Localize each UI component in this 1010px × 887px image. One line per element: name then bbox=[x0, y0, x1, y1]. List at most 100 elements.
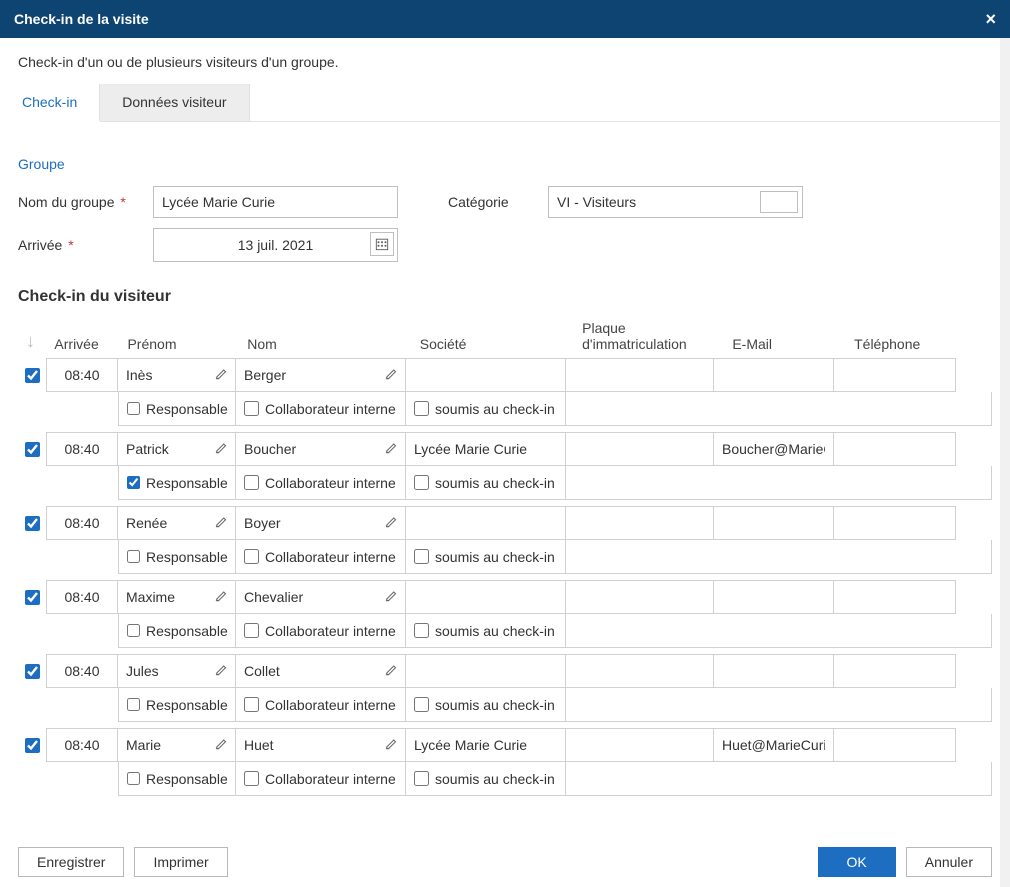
edit-icon[interactable] bbox=[385, 589, 399, 606]
responsible-checkbox[interactable] bbox=[127, 771, 140, 786]
cell-phone[interactable] bbox=[834, 580, 956, 614]
edit-icon[interactable] bbox=[385, 515, 399, 532]
responsible-checkbox-cell[interactable]: Responsable bbox=[118, 688, 236, 722]
cell-arrival[interactable]: 08:40 bbox=[46, 358, 118, 392]
print-button[interactable]: Imprimer bbox=[134, 847, 227, 877]
col-arrival[interactable]: Arrivée bbox=[46, 314, 119, 358]
subject-checkbox[interactable] bbox=[414, 697, 429, 712]
list-icon[interactable] bbox=[760, 191, 798, 213]
edit-icon[interactable] bbox=[215, 663, 229, 680]
responsible-checkbox[interactable] bbox=[127, 401, 140, 416]
responsible-checkbox-cell[interactable]: Responsable bbox=[118, 466, 236, 500]
responsible-checkbox-cell[interactable]: Responsable bbox=[118, 614, 236, 648]
subject-checkbox[interactable] bbox=[414, 623, 429, 638]
internal-checkbox-cell[interactable]: Collaborateur interne bbox=[236, 392, 406, 426]
edit-icon[interactable] bbox=[385, 737, 399, 754]
cell-firstname[interactable]: Renée bbox=[118, 506, 236, 540]
cell-company[interactable]: Lycée Marie Curie bbox=[406, 728, 566, 762]
subject-checkbox-cell[interactable]: soumis au check-in bbox=[406, 392, 566, 426]
cell-plate[interactable] bbox=[566, 432, 714, 466]
cell-lastname[interactable]: Boucher bbox=[236, 432, 406, 466]
edit-icon[interactable] bbox=[385, 663, 399, 680]
save-button[interactable]: Enregistrer bbox=[18, 847, 124, 877]
row-checkbox[interactable] bbox=[25, 516, 40, 531]
cell-company[interactable] bbox=[406, 580, 566, 614]
subject-checkbox[interactable] bbox=[414, 771, 429, 786]
subject-checkbox-cell[interactable]: soumis au check-in bbox=[406, 762, 566, 796]
edit-icon[interactable] bbox=[215, 441, 229, 458]
row-checkbox[interactable] bbox=[25, 368, 40, 383]
cell-phone[interactable] bbox=[834, 506, 956, 540]
sort-arrow-icon[interactable]: ↓ bbox=[26, 331, 35, 351]
cell-lastname[interactable]: Berger bbox=[236, 358, 406, 392]
row-checkbox[interactable] bbox=[25, 442, 40, 457]
responsible-checkbox[interactable] bbox=[127, 475, 140, 490]
tab-checkin[interactable]: Check-in bbox=[0, 84, 100, 122]
subject-checkbox[interactable] bbox=[414, 549, 429, 564]
scrollbar[interactable] bbox=[1000, 38, 1010, 887]
arrival-date-input[interactable]: 13 juil. 2021 bbox=[153, 228, 398, 262]
edit-icon[interactable] bbox=[215, 515, 229, 532]
col-company[interactable]: Société bbox=[412, 314, 574, 358]
subject-checkbox[interactable] bbox=[414, 401, 429, 416]
cell-email[interactable] bbox=[714, 506, 834, 540]
cell-lastname[interactable]: Boyer bbox=[236, 506, 406, 540]
row-checkbox[interactable] bbox=[25, 664, 40, 679]
subject-checkbox-cell[interactable]: soumis au check-in bbox=[406, 466, 566, 500]
cell-email[interactable] bbox=[714, 358, 834, 392]
internal-checkbox[interactable] bbox=[244, 475, 259, 490]
cell-firstname[interactable]: Jules bbox=[118, 654, 236, 688]
cancel-button[interactable]: Annuler bbox=[906, 847, 992, 877]
col-phone[interactable]: Téléphone bbox=[846, 314, 970, 358]
cell-arrival[interactable]: 08:40 bbox=[46, 654, 118, 688]
cell-phone[interactable] bbox=[834, 432, 956, 466]
cell-firstname[interactable]: Marie bbox=[118, 728, 236, 762]
internal-checkbox-cell[interactable]: Collaborateur interne bbox=[236, 466, 406, 500]
cell-plate[interactable] bbox=[566, 358, 714, 392]
cell-email[interactable] bbox=[714, 580, 834, 614]
cell-arrival[interactable]: 08:40 bbox=[46, 728, 118, 762]
col-firstname[interactable]: Prénom bbox=[119, 314, 239, 358]
subject-checkbox-cell[interactable]: soumis au check-in bbox=[406, 614, 566, 648]
edit-icon[interactable] bbox=[385, 367, 399, 384]
responsible-checkbox[interactable] bbox=[127, 549, 140, 564]
cell-email[interactable]: Boucher@MarieC bbox=[714, 432, 834, 466]
row-checkbox[interactable] bbox=[25, 590, 40, 605]
ok-button[interactable]: OK bbox=[818, 847, 896, 877]
cell-lastname[interactable]: Chevalier bbox=[236, 580, 406, 614]
tab-visitor-data[interactable]: Données visiteur bbox=[100, 84, 249, 121]
col-lastname[interactable]: Nom bbox=[239, 314, 412, 358]
col-plate[interactable]: Plaque d'immatriculation bbox=[574, 314, 724, 358]
edit-icon[interactable] bbox=[215, 589, 229, 606]
cell-phone[interactable] bbox=[834, 358, 956, 392]
internal-checkbox[interactable] bbox=[244, 623, 259, 638]
internal-checkbox-cell[interactable]: Collaborateur interne bbox=[236, 540, 406, 574]
cell-arrival[interactable]: 08:40 bbox=[46, 506, 118, 540]
cell-company[interactable] bbox=[406, 506, 566, 540]
cell-email[interactable]: Huet@MarieCuri bbox=[714, 728, 834, 762]
cell-arrival[interactable]: 08:40 bbox=[46, 432, 118, 466]
close-icon[interactable]: × bbox=[985, 10, 996, 28]
calendar-icon[interactable] bbox=[370, 232, 394, 256]
cell-firstname[interactable]: Maxime bbox=[118, 580, 236, 614]
responsible-checkbox-cell[interactable]: Responsable bbox=[118, 540, 236, 574]
row-checkbox[interactable] bbox=[25, 738, 40, 753]
responsible-checkbox-cell[interactable]: Responsable bbox=[118, 762, 236, 796]
subject-checkbox-cell[interactable]: soumis au check-in bbox=[406, 688, 566, 722]
cell-plate[interactable] bbox=[566, 728, 714, 762]
cell-firstname[interactable]: Patrick bbox=[118, 432, 236, 466]
cell-firstname[interactable]: Inès bbox=[118, 358, 236, 392]
internal-checkbox[interactable] bbox=[244, 697, 259, 712]
cell-lastname[interactable]: Collet bbox=[236, 654, 406, 688]
edit-icon[interactable] bbox=[215, 367, 229, 384]
internal-checkbox-cell[interactable]: Collaborateur interne bbox=[236, 614, 406, 648]
group-name-input[interactable]: Lycée Marie Curie bbox=[153, 186, 398, 218]
responsible-checkbox[interactable] bbox=[127, 697, 140, 712]
cell-company[interactable] bbox=[406, 654, 566, 688]
cell-phone[interactable] bbox=[834, 654, 956, 688]
cell-plate[interactable] bbox=[566, 580, 714, 614]
cell-lastname[interactable]: Huet bbox=[236, 728, 406, 762]
internal-checkbox-cell[interactable]: Collaborateur interne bbox=[236, 762, 406, 796]
cell-company[interactable]: Lycée Marie Curie bbox=[406, 432, 566, 466]
responsible-checkbox-cell[interactable]: Responsable bbox=[118, 392, 236, 426]
